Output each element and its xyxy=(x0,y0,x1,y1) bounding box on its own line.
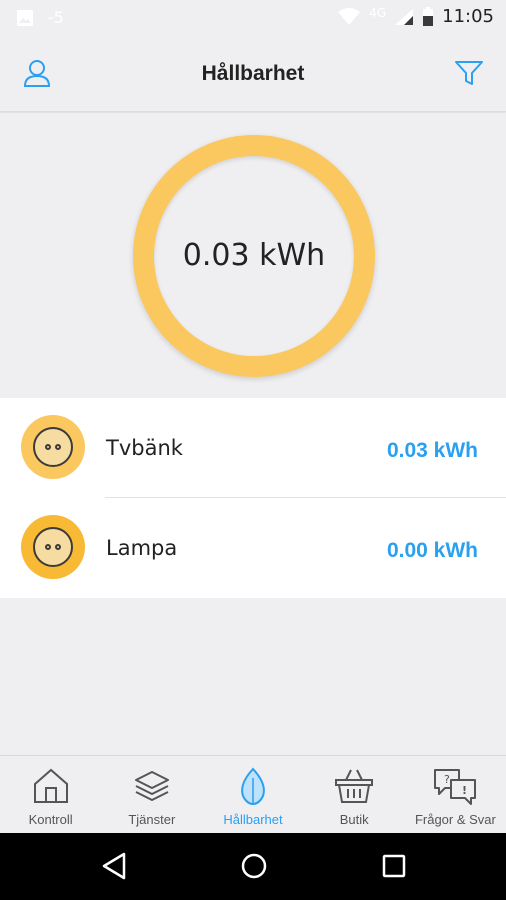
home-icon[interactable] xyxy=(239,851,269,881)
tab-label: Butik xyxy=(339,812,369,827)
list-item[interactable]: Lampa 0.00 kWh xyxy=(0,498,506,598)
list-item[interactable]: Tvbänk 0.03 kWh xyxy=(0,398,506,498)
app-header: Hållbarhet xyxy=(0,36,506,112)
network-type: 4G xyxy=(369,5,387,20)
tab-label: Tjänster xyxy=(128,812,176,827)
battery-icon xyxy=(423,6,434,26)
gauge-value: 0.03 kWh xyxy=(182,238,326,273)
tab-kontroll[interactable]: Kontroll xyxy=(0,756,101,833)
plug-icon xyxy=(33,427,73,467)
tab-label: Kontroll xyxy=(28,812,73,827)
image-notification-icon xyxy=(17,9,33,26)
device-name: Lampa xyxy=(106,536,178,560)
back-icon[interactable] xyxy=(100,851,128,881)
svg-text:!: ! xyxy=(462,784,467,797)
chat-question-icon: ? ! xyxy=(434,769,477,805)
leaf-icon xyxy=(241,767,265,806)
notification-count: -5 xyxy=(48,8,64,27)
bottom-nav: Kontroll Tjänster Hållbarhet Butik ? ! F… xyxy=(0,755,506,833)
device-name: Tvbänk xyxy=(106,436,183,460)
house-icon xyxy=(33,768,68,803)
system-nav-bar xyxy=(0,833,506,900)
tab-hallbarhet[interactable]: Hållbarhet xyxy=(202,756,303,833)
tab-butik[interactable]: Butik xyxy=(304,756,405,833)
device-list: Tvbänk 0.03 kWh Lampa 0.00 kWh xyxy=(0,398,506,598)
wifi-icon xyxy=(338,7,361,25)
svg-text:?: ? xyxy=(444,773,450,786)
gauge-ring: 0.03 kWh xyxy=(133,135,375,377)
clock: 11:05 xyxy=(442,6,494,27)
recents-icon[interactable] xyxy=(381,853,407,879)
tab-tjanster[interactable]: Tjänster xyxy=(101,756,202,833)
tab-label: Hållbarhet xyxy=(223,812,283,827)
device-value: 0.00 kWh xyxy=(386,539,478,562)
device-avatar xyxy=(21,415,85,479)
layers-icon xyxy=(134,771,169,801)
tab-fragor-svar[interactable]: ? ! Frågor & Svar xyxy=(405,756,506,833)
gauge-center: 0.03 kWh xyxy=(154,156,354,356)
plug-icon xyxy=(33,527,73,567)
signal-icon xyxy=(395,8,414,25)
tab-label: Frågor & Svar xyxy=(414,812,496,827)
filter-icon[interactable] xyxy=(454,58,484,88)
basket-icon xyxy=(335,769,374,803)
energy-gauge: 0.03 kWh xyxy=(0,113,506,398)
status-bar: -5 4G 11:05 xyxy=(0,0,506,36)
page-title: Hållbarhet xyxy=(201,62,305,85)
device-avatar xyxy=(21,515,85,579)
device-value: 0.03 kWh xyxy=(386,439,478,462)
